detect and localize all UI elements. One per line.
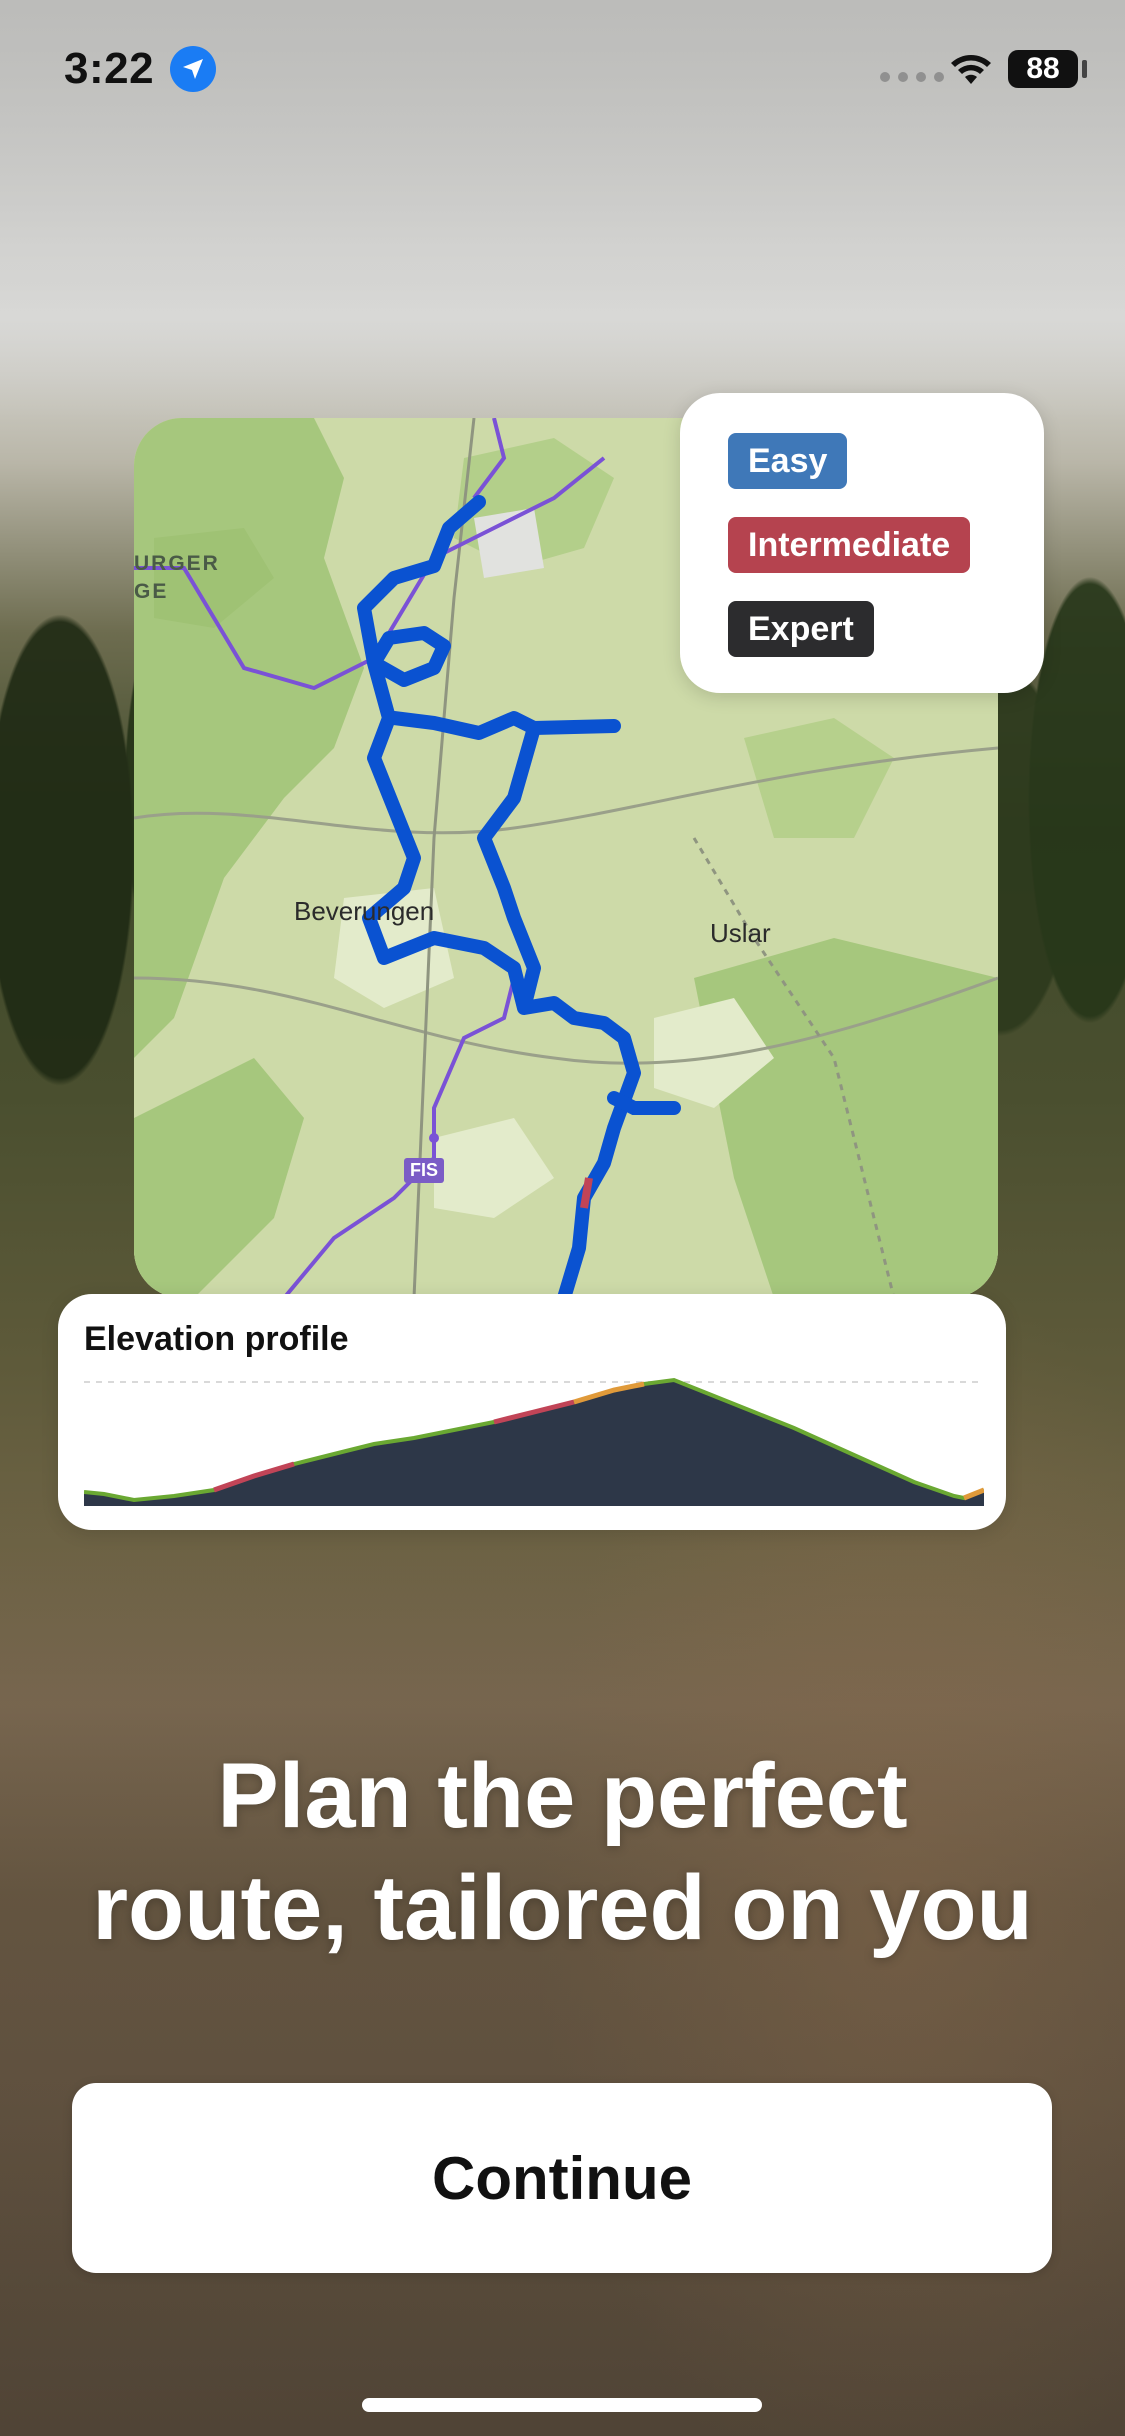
location-arrow-icon bbox=[170, 46, 216, 92]
elevation-profile-title: Elevation profile bbox=[84, 1320, 349, 1358]
headline-line-2: route, tailored on you bbox=[92, 1857, 1033, 1959]
map-route-badge: FIS bbox=[404, 1158, 445, 1183]
home-indicator[interactable] bbox=[362, 2398, 762, 2412]
map-label-town: Uslar bbox=[710, 918, 771, 948]
map-label-region: URGER bbox=[134, 552, 220, 575]
status-bar: 3:22 88 bbox=[0, 0, 1125, 140]
onboarding-headline: Plan the perfect route, tailored on you bbox=[40, 1740, 1085, 1964]
continue-button[interactable]: Continue bbox=[72, 2083, 1052, 2273]
map-label-town: Beverungen bbox=[294, 896, 435, 926]
legend-tag-easy: Easy bbox=[728, 433, 848, 489]
elevation-profile-card: Elevation profile bbox=[58, 1294, 1006, 1530]
legend-tag-expert: Expert bbox=[728, 601, 874, 657]
difficulty-legend: Easy Intermediate Expert bbox=[680, 393, 1044, 693]
battery-cap bbox=[1082, 60, 1087, 78]
legend-tag-intermediate: Intermediate bbox=[728, 517, 971, 573]
wifi-icon bbox=[951, 55, 991, 84]
map-label-region: GE bbox=[134, 580, 169, 603]
elevation-chart bbox=[84, 1377, 984, 1506]
headline-line-1: Plan the perfect bbox=[217, 1745, 908, 1847]
status-time: 3:22 bbox=[64, 44, 155, 93]
battery-icon: 88 bbox=[1008, 50, 1078, 88]
